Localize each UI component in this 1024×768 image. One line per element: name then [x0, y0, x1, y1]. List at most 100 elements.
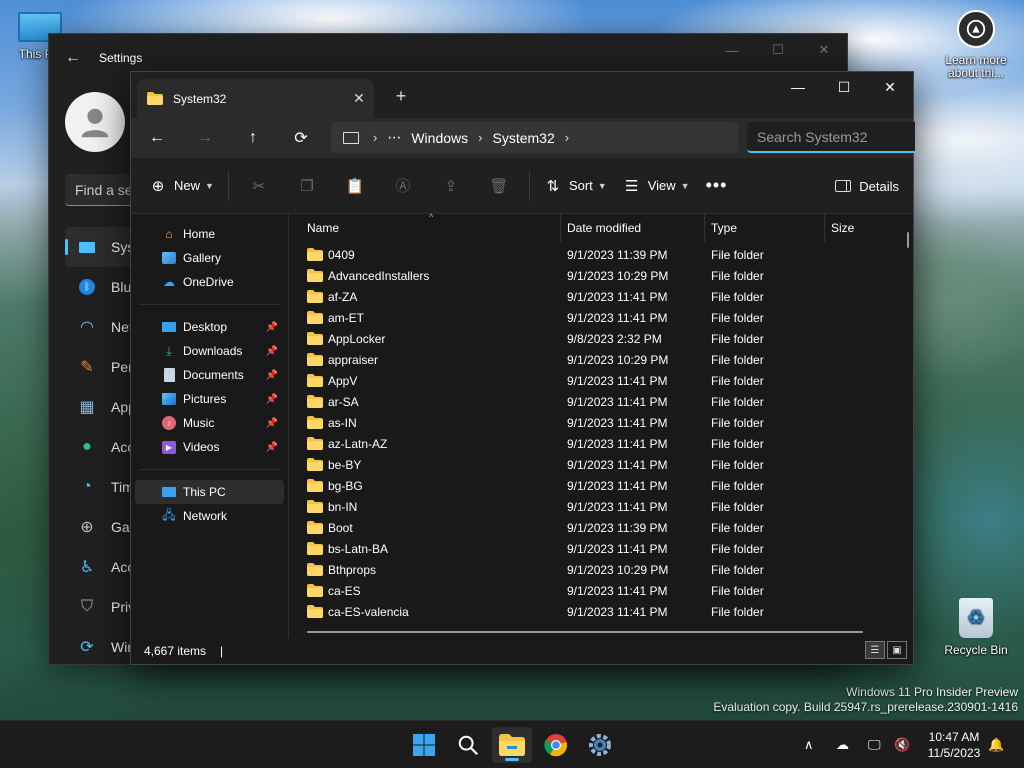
nav-home[interactable]: ⌂ Home: [135, 222, 284, 246]
folder-icon: [307, 437, 323, 450]
nav-onedrive[interactable]: ☁ OneDrive: [135, 270, 284, 294]
column-header-size[interactable]: Size: [825, 214, 905, 242]
refresh-icon[interactable]: ⟳: [285, 124, 317, 152]
nav-label: Documents: [183, 368, 244, 382]
chevron-down-icon: ▼: [205, 180, 214, 191]
address-breadcrumb[interactable]: › ⋯ Windows › System32 ›: [331, 122, 738, 153]
music-icon: ♪: [161, 415, 177, 431]
tiles-view-icon[interactable]: ▣: [887, 641, 907, 659]
tab-close-icon[interactable]: ✕: [344, 90, 374, 107]
copy-icon[interactable]: ❐: [283, 168, 331, 204]
file-row[interactable]: AppLocker 9/8/2023 2:32 PM File folder: [289, 328, 915, 349]
search-icon[interactable]: [448, 727, 488, 763]
new-button[interactable]: ⊕ New ▼: [141, 168, 222, 204]
back-arrow-icon[interactable]: ←: [65, 49, 89, 67]
file-explorer-taskbar-icon[interactable]: [492, 727, 532, 763]
file-row[interactable]: be-BY 9/1/2023 11:41 PM File folder: [289, 454, 915, 475]
chevron-right-icon[interactable]: ›: [373, 130, 377, 145]
start-windows-icon[interactable]: [404, 727, 444, 763]
nav-this-pc[interactable]: This PC: [135, 480, 284, 504]
close-icon[interactable]: ✕: [867, 72, 913, 102]
minimize-icon[interactable]: —: [709, 34, 755, 66]
tab-label: System32: [173, 91, 227, 106]
column-header-name[interactable]: Name: [289, 214, 561, 242]
column-header-type[interactable]: Type: [705, 214, 825, 242]
nav-network[interactable]: 🖧 Network: [135, 504, 284, 528]
volume-muted-icon[interactable]: 🔇: [894, 721, 910, 768]
view-button[interactable]: ☰ View ▼: [615, 168, 698, 204]
pin-icon[interactable]: 📌: [266, 370, 278, 381]
view-toggles: ☰ ▣: [863, 641, 907, 659]
nav-desktop[interactable]: Desktop 📌: [135, 315, 284, 339]
search-box[interactable]: [747, 122, 915, 153]
file-row[interactable]: ca-ES-valencia 9/1/2023 11:41 PM File fold…: [289, 601, 915, 622]
file-row[interactable]: AppV 9/1/2023 11:41 PM File folder: [289, 370, 915, 391]
settings-gear-icon[interactable]: [580, 727, 620, 763]
file-type: File folder: [711, 247, 764, 262]
paste-icon[interactable]: 📋: [331, 168, 379, 204]
breadcrumb-system32[interactable]: System32: [492, 130, 554, 146]
delete-icon[interactable]: 🗑: [475, 168, 523, 204]
apps-icon: ▦: [79, 399, 95, 416]
column-header-date[interactable]: Date modified: [561, 214, 705, 242]
file-row[interactable]: bn-IN 9/1/2023 11:41 PM File folder: [289, 496, 915, 517]
up-arrow-icon[interactable]: ↑: [237, 124, 269, 152]
file-row[interactable]: as-IN 9/1/2023 11:41 PM File folder: [289, 412, 915, 433]
file-row[interactable]: am-ET 9/1/2023 11:41 PM File folder: [289, 307, 915, 328]
network-monitor-icon[interactable]: 🖵: [868, 721, 881, 768]
notification-bell-icon[interactable]: 🔔: [988, 721, 1004, 768]
clock[interactable]: 10:47 AM 11/5/2023: [918, 729, 990, 761]
chevron-right-icon[interactable]: ›: [478, 130, 482, 145]
more-options-button[interactable]: •••: [698, 168, 736, 204]
nav-gallery[interactable]: Gallery: [135, 246, 284, 270]
forward-arrow-icon[interactable]: →: [189, 124, 221, 152]
user-avatar[interactable]: [65, 92, 125, 152]
minimize-icon[interactable]: —: [775, 72, 821, 102]
show-hidden-icons-chevron-up-icon[interactable]: ∧: [804, 721, 814, 768]
cut-icon[interactable]: ✂: [235, 168, 283, 204]
nav-videos[interactable]: ▶ Videos 📌: [135, 435, 284, 459]
nav-documents[interactable]: Documents 📌: [135, 363, 284, 387]
pin-icon[interactable]: 📌: [266, 322, 278, 333]
horizontal-scrollbar[interactable]: [307, 631, 863, 633]
rename-icon[interactable]: Ⓐ: [379, 168, 427, 204]
maximize-icon[interactable]: ☐: [821, 72, 867, 102]
nav-music[interactable]: ♪ Music 📌: [135, 411, 284, 435]
search-input[interactable]: [747, 122, 915, 151]
desktop-recycle-bin[interactable]: ♻ Recycle Bin: [940, 598, 1012, 657]
file-row[interactable]: ca-ES 9/1/2023 11:41 PM File folder: [289, 580, 915, 601]
file-row[interactable]: bs-Latn-BA 9/1/2023 11:41 PM File folder: [289, 538, 915, 559]
chevron-right-icon[interactable]: ›: [565, 130, 569, 145]
desktop-learn-more-shortcut[interactable]: Learn more about thi...: [938, 10, 1014, 80]
nav-downloads[interactable]: ⤓ Downloads 📌: [135, 339, 284, 363]
file-row[interactable]: bg-BG 9/1/2023 11:41 PM File folder: [289, 475, 915, 496]
details-view-icon[interactable]: ☰: [865, 641, 885, 659]
file-row[interactable]: ar-SA 9/1/2023 11:41 PM File folder: [289, 391, 915, 412]
overflow-dots-icon[interactable]: ⋯: [387, 129, 401, 146]
pin-icon[interactable]: 📌: [266, 418, 278, 429]
file-row[interactable]: 0409 9/1/2023 11:39 PM File folder: [289, 244, 915, 265]
file-row[interactable]: AdvancedInstallers 9/1/2023 10:29 PM File …: [289, 265, 915, 286]
downloads-icon: ⤓: [166, 343, 172, 358]
chrome-icon[interactable]: [536, 727, 576, 763]
pin-icon[interactable]: 📌: [266, 442, 278, 453]
pin-icon[interactable]: 📌: [266, 394, 278, 405]
close-icon[interactable]: ✕: [801, 34, 847, 66]
share-icon[interactable]: ⇪: [427, 168, 475, 204]
sort-button[interactable]: ⇅ Sort ▼: [536, 168, 615, 204]
file-row[interactable]: Bthprops 9/1/2023 10:29 PM File folder: [289, 559, 915, 580]
details-button[interactable]: Details: [835, 168, 899, 204]
file-row[interactable]: az-Latn-AZ 9/1/2023 11:41 PM File folder: [289, 433, 915, 454]
back-arrow-icon[interactable]: ←: [141, 124, 173, 152]
tab-system32[interactable]: System32 ✕: [137, 79, 374, 118]
pin-icon[interactable]: 📌: [266, 346, 278, 357]
breadcrumb-windows[interactable]: Windows: [411, 130, 468, 146]
cloud-offline-icon[interactable]: ☁: [836, 721, 849, 768]
gaming-icon: ⊕: [80, 519, 94, 536]
nav-pictures[interactable]: Pictures 📌: [135, 387, 284, 411]
maximize-icon[interactable]: ☐: [755, 34, 801, 66]
file-row[interactable]: appraiser 9/1/2023 10:29 PM File folder: [289, 349, 915, 370]
file-row[interactable]: Boot 9/1/2023 11:39 PM File folder: [289, 517, 915, 538]
file-row[interactable]: af-ZA 9/1/2023 11:41 PM File folder: [289, 286, 915, 307]
new-tab-plus-icon[interactable]: +: [389, 84, 413, 108]
